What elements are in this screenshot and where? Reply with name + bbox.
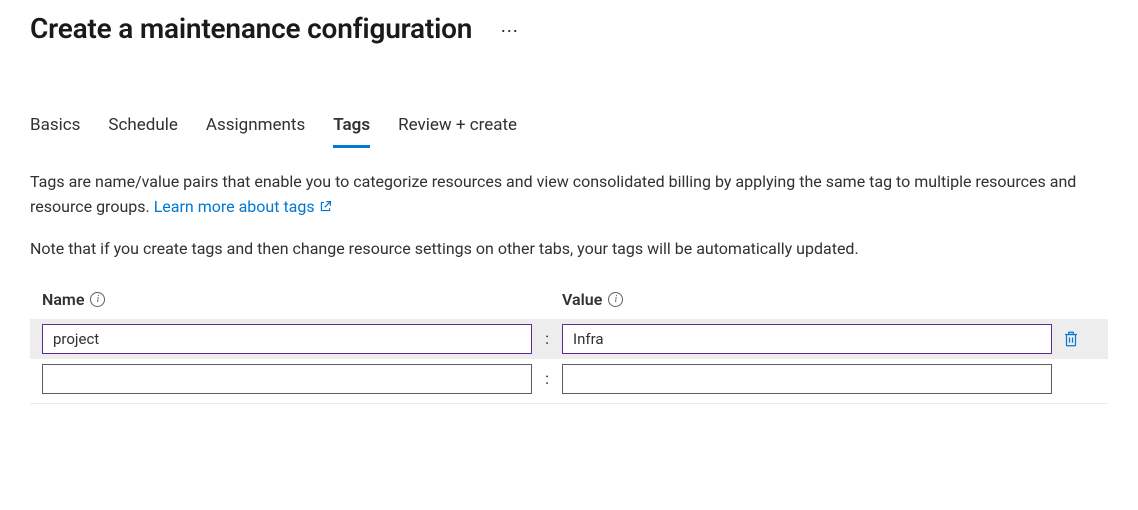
tag-name-input[interactable] (42, 324, 532, 354)
info-icon[interactable]: i (90, 292, 105, 307)
tabs: Basics Schedule Assignments Tags Review … (30, 115, 1108, 148)
info-icon[interactable]: i (608, 292, 623, 307)
trash-icon (1062, 330, 1080, 348)
column-header-name: Name i (42, 290, 532, 309)
tab-tags[interactable]: Tags (333, 115, 370, 148)
column-header-value: Value i (562, 290, 1052, 309)
tab-schedule[interactable]: Schedule (108, 115, 177, 148)
tags-description: Tags are name/value pairs that enable yo… (30, 170, 1108, 221)
tab-review[interactable]: Review + create (398, 115, 517, 148)
tag-name-input[interactable] (42, 364, 532, 394)
tag-row: : (30, 359, 1108, 399)
tab-basics[interactable]: Basics (30, 115, 80, 148)
more-icon[interactable]: ⋯ (500, 23, 519, 41)
delete-tag-button[interactable] (1058, 326, 1084, 352)
tags-table: Name i Value i : (30, 286, 1108, 404)
external-link-icon (319, 196, 332, 221)
learn-more-link[interactable]: Learn more about tags (154, 197, 332, 216)
divider (30, 403, 1108, 404)
tag-value-input[interactable] (562, 364, 1052, 394)
separator: : (545, 369, 549, 388)
tags-note: Note that if you create tags and then ch… (30, 239, 1108, 258)
page-title: Create a maintenance configuration (30, 12, 472, 45)
separator: : (545, 329, 549, 348)
tab-assignments[interactable]: Assignments (206, 115, 305, 148)
tag-row: : (30, 319, 1108, 359)
tag-value-input[interactable] (562, 324, 1052, 354)
